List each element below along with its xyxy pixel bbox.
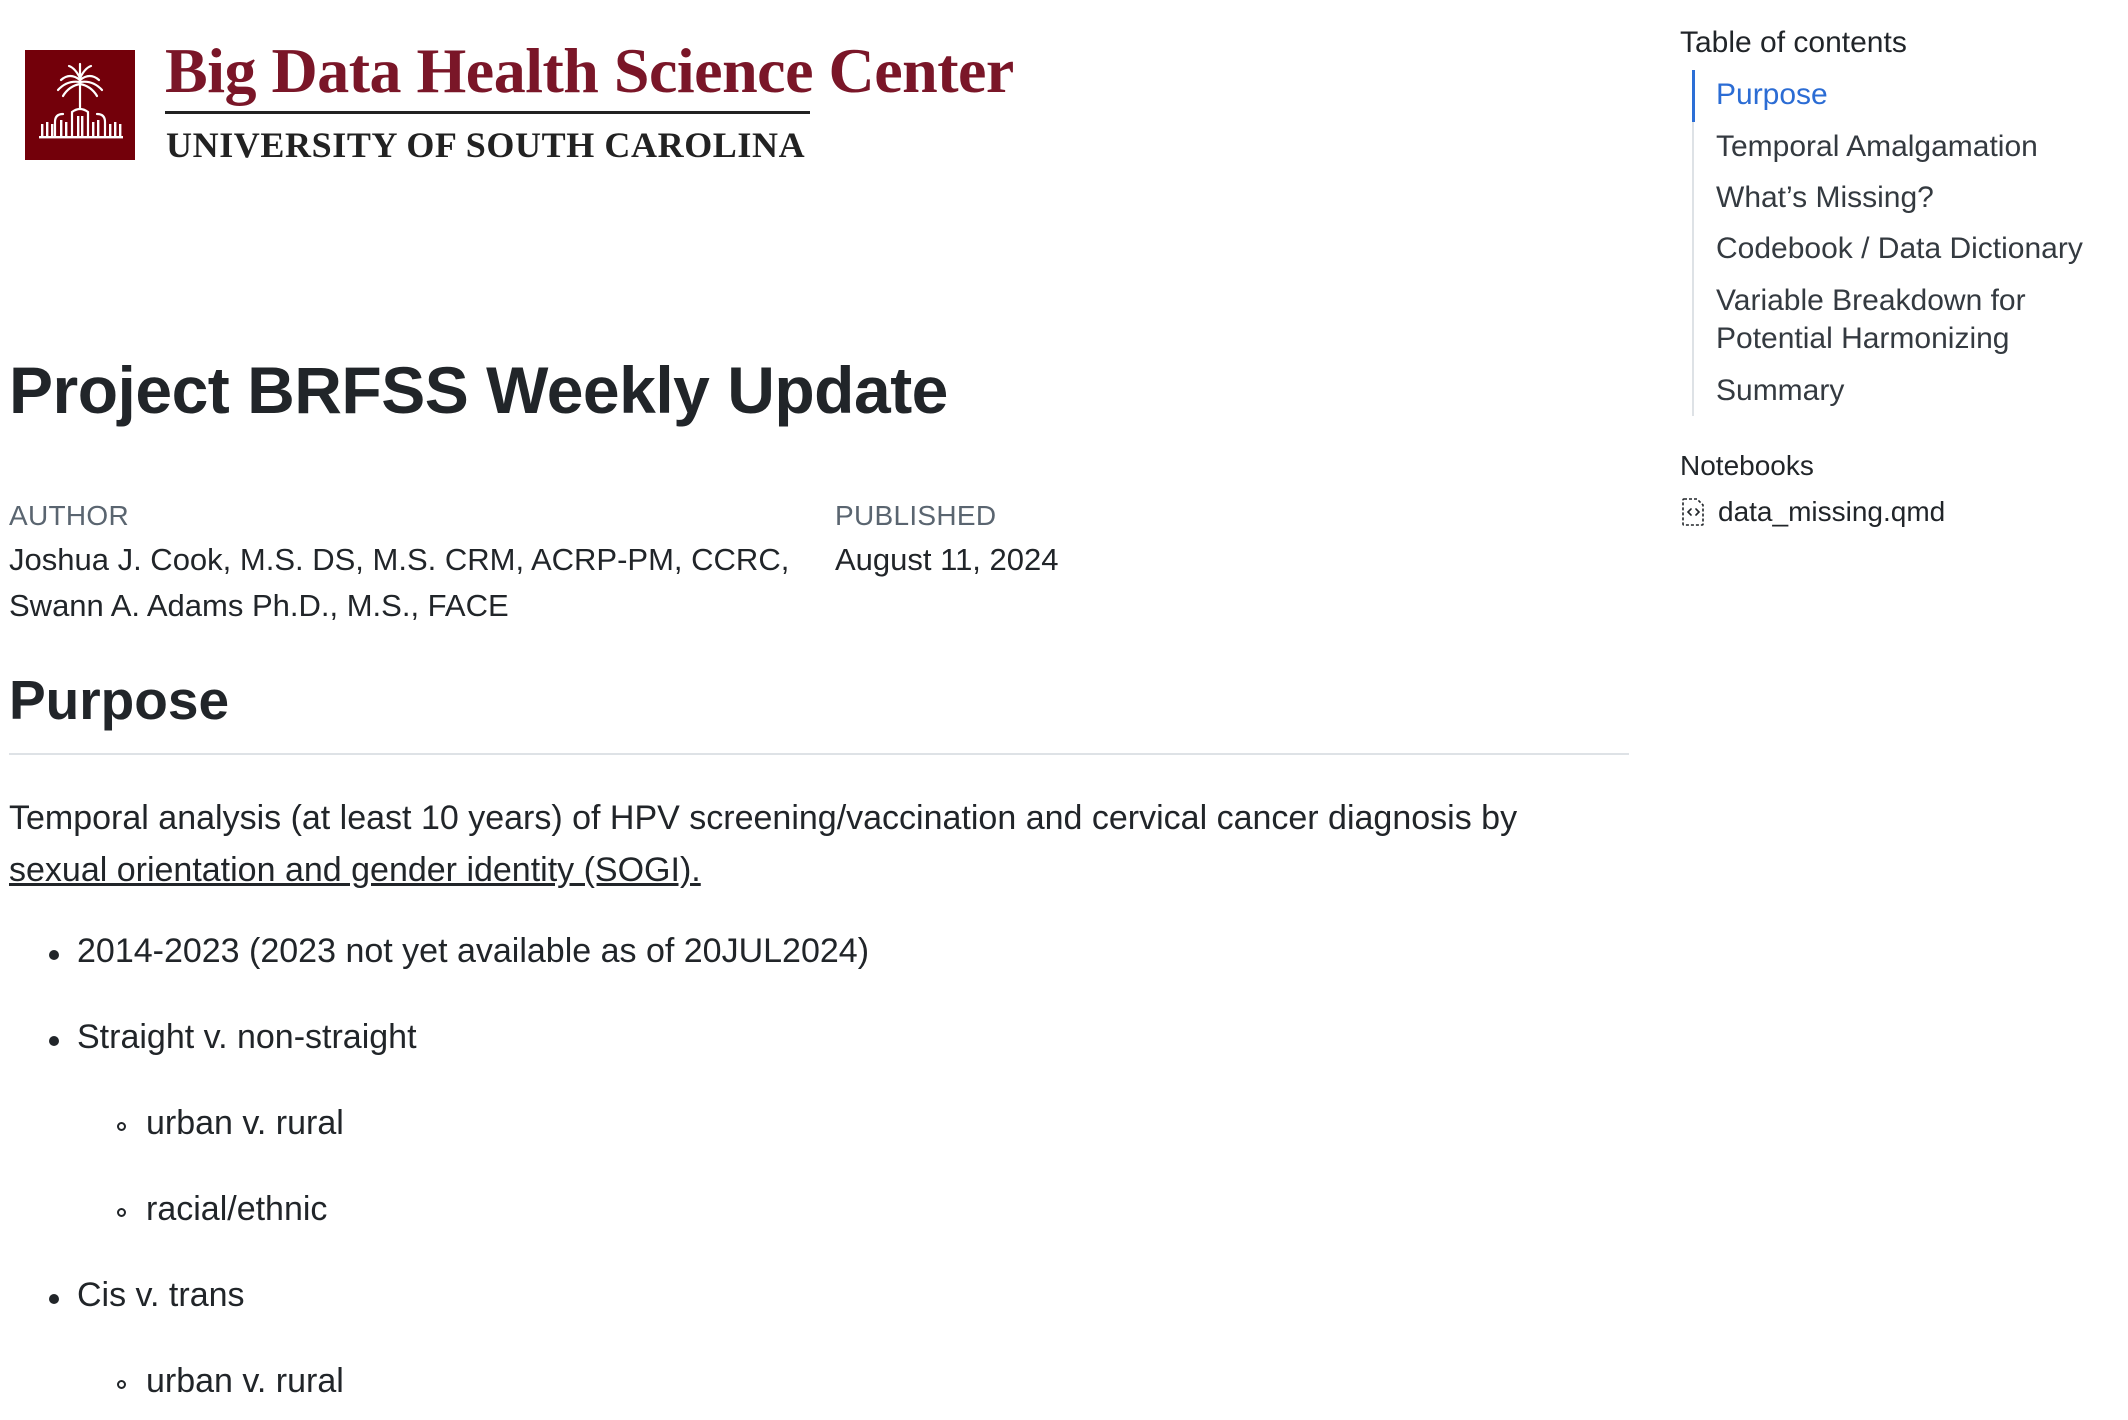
toc-active-indicator <box>1692 70 1695 122</box>
toc-title: Table of contents <box>1680 26 1907 59</box>
toc-item-variable-breakdown[interactable]: Variable Breakdown for <box>1716 282 2026 320</box>
bullet-marker <box>49 950 59 960</box>
sub-bullet-marker <box>117 1122 126 1131</box>
toc-item-purpose[interactable]: Purpose <box>1716 76 1828 114</box>
toc-item-whats-missing[interactable]: What’s Missing? <box>1716 179 1934 217</box>
list-item: urban v. rural <box>146 1104 344 1142</box>
purpose-heading: Purpose <box>9 669 230 731</box>
section-divider <box>9 753 1629 755</box>
list-item: 2014-2023 (2023 not yet available as of … <box>77 932 870 970</box>
list-item: racial/ethnic <box>146 1190 328 1228</box>
purpose-text: Temporal analysis (at least 10 years) of… <box>9 799 1518 837</box>
page: Big Data Health Science Center UNIVERSIT… <box>0 0 2128 1420</box>
bullet-marker <box>49 1294 59 1304</box>
published-date: August 11, 2024 <box>835 542 1059 577</box>
toc-item-codebook[interactable]: Codebook / Data Dictionary <box>1716 230 2083 268</box>
toc-item-summary[interactable]: Summary <box>1716 372 1844 410</box>
notebook-label: data_missing.qmd <box>1718 496 1946 527</box>
list-item: Cis v. trans <box>77 1276 245 1314</box>
sogi-link[interactable]: sexual orientation and gender identity (… <box>9 851 701 889</box>
list-item: Straight v. non-straight <box>77 1018 417 1056</box>
author-line-2: Swann A. Adams Ph.D., M.S., FACE <box>9 588 509 623</box>
author-label: AUTHOR <box>9 500 130 531</box>
purpose-paragraph: Temporal analysis (at least 10 years) of… <box>9 792 1629 896</box>
toc-item-temporal-amalgamation[interactable]: Temporal Amalgamation <box>1716 128 2038 166</box>
notebooks-title: Notebooks <box>1680 450 1814 481</box>
bullet-marker <box>49 1036 59 1046</box>
palmetto-tree-icon[interactable] <box>25 50 135 160</box>
page-title: Project BRFSS Weekly Update <box>9 353 948 427</box>
list-item: urban v. rural <box>146 1362 344 1400</box>
brand-divider <box>165 111 810 114</box>
sub-bullet-marker <box>117 1380 126 1389</box>
brand-subtitle: UNIVERSITY OF SOUTH CAROLINA <box>166 125 806 165</box>
code-file-icon <box>1680 497 1706 527</box>
toc-item-variable-breakdown-cont[interactable]: Potential Harmonizing <box>1716 320 2009 358</box>
notebook-link[interactable]: data_missing.qmd <box>1680 494 1945 530</box>
brand-title[interactable]: Big Data Health Science Center <box>165 34 1014 108</box>
published-label: PUBLISHED <box>835 500 997 531</box>
sub-bullet-marker <box>117 1208 126 1217</box>
author-line-1: Joshua J. Cook, M.S. DS, M.S. CRM, ACRP-… <box>9 542 790 577</box>
